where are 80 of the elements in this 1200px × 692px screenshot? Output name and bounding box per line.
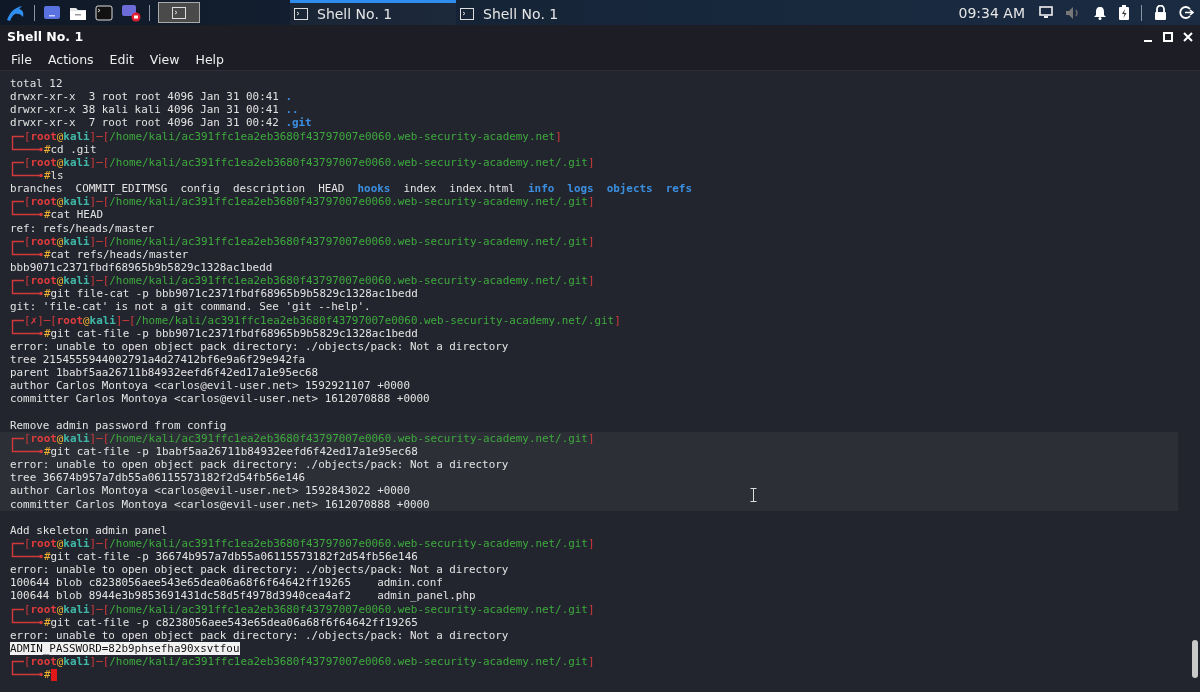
prompt-text: [root@kali]─[/home/kali/ac391ffc1ea2eb3680f43797007e0060.web-security-academy.net/.git] bbox=[24, 431, 595, 445]
terminal-icon bbox=[294, 8, 308, 20]
output-line: 100644 blob c8238056aee543e65dea06a68f6f64642ff19265 admin.conf bbox=[10, 576, 443, 590]
file-name: index bbox=[403, 182, 437, 196]
output-line: drwxr-xr-x 3 root root 4096 Jan 31 00:41 . bbox=[10, 90, 292, 104]
show-desktop-button[interactable] bbox=[158, 2, 200, 23]
close-icon[interactable] bbox=[1183, 31, 1193, 42]
output-line: committer Carlos Montoya <carlos@evil-user.net> 1612070888 +0000 bbox=[10, 392, 430, 406]
taskbar-item[interactable]: Shell No. 1 bbox=[456, 0, 622, 25]
output-line: drwxr-xr-x 38 kali kali 4096 Jan 31 00:41 .. bbox=[10, 103, 299, 117]
monitor-icon[interactable] bbox=[43, 4, 61, 21]
file-name: description bbox=[232, 182, 306, 196]
prompt-text: [root@kali]─[/home/kali/ac391ffc1ea2eb3680f43797007e0060.web-security-academy.net/.git] bbox=[24, 234, 595, 248]
lock-icon[interactable] bbox=[1154, 5, 1167, 20]
menu-item[interactable]: Edit bbox=[101, 51, 142, 67]
command-line: #ls bbox=[44, 169, 64, 183]
directory-name: refs bbox=[665, 182, 692, 196]
output-line: parent 1babf5aa26711b84932eefd6f42ed17a1e95ec68 bbox=[10, 366, 319, 380]
command-line: #git file-cat -p bbb9071c2371fbdf68965b9b5829c1328ac1bedd bbox=[44, 287, 418, 301]
file-name: HEAD bbox=[318, 182, 345, 196]
output-line: error: unable to open object pack directory: ./objects/pack: Not a directory bbox=[10, 339, 509, 353]
command-line: #cat refs/heads/master bbox=[44, 247, 189, 261]
output-line: ref: refs/heads/master bbox=[10, 221, 155, 235]
prompt-text: [root@kali]─[/home/kali/ac391ffc1ea2eb3680f43797007e0060.web-security-academy.net] bbox=[24, 129, 562, 143]
output-line: author Carlos Montoya <carlos@evil-user.net> 1592921107 +0000 bbox=[10, 379, 410, 393]
prompt-text: [✗]─[root@kali]─[/home/kali/ac391ffc1ea2eb3680f43797007e0060.web-security-academy.net/.git] bbox=[24, 313, 621, 327]
output-line: total 12 bbox=[10, 77, 63, 91]
selected-text: ADMIN_PASSWORD=82b9phsefha90xsvtfou bbox=[10, 642, 240, 656]
command-line: #git cat-file -p 1babf5aa26711b84932eefd6f42ed17a1e95ec68 bbox=[44, 444, 418, 459]
prompt-text: [root@kali]─[/home/kali/ac391ffc1ea2eb3680f43797007e0060.web-security-academy.net/.git] bbox=[24, 195, 595, 209]
output-line: tree 36674b957a7db55a06115573182f2d54fb56e146 bbox=[10, 471, 306, 485]
command-line: # bbox=[44, 668, 51, 682]
prompt-text: [root@kali]─[/home/kali/ac391ffc1ea2eb3680f43797007e0060.web-security-academy.net/.git] bbox=[24, 536, 595, 551]
prompt-text: [root@kali]─[/home/kali/ac391ffc1ea2eb3680f43797007e0060.web-security-academy.net/.git] bbox=[24, 155, 595, 169]
speaker-icon[interactable] bbox=[1065, 5, 1081, 20]
display-icon[interactable] bbox=[1039, 6, 1053, 19]
output-line: drwxr-xr-x 7 root root 4096 Jan 31 00:42 .git bbox=[10, 116, 312, 130]
output-line: git: 'file-cat' is not a git command. See 'git --help'. bbox=[10, 300, 371, 314]
directory-name: objects bbox=[606, 182, 653, 196]
output-line: error: unable to open object pack directory: ./objects/pack: Not a directory bbox=[10, 563, 509, 577]
menu-item[interactable]: File bbox=[3, 51, 40, 67]
terminal-icon[interactable] bbox=[95, 4, 113, 21]
output-line: author Carlos Montoya <carlos@evil-user.net> 1592843022 +0000 bbox=[10, 484, 410, 498]
terminal-icon bbox=[172, 6, 186, 19]
output-line: tree 2154555944002791a4d27412bf6e9a6f29e942fa bbox=[10, 352, 306, 367]
command-line: #git cat-file -p 36674b957a7db55a06115573182f2d54fb56e146 bbox=[44, 550, 418, 564]
output-line: 100644 blob 8944e3b9853691431dc58d5f4978d3940cea4af2 admin_panel.php bbox=[10, 589, 476, 603]
menu-item[interactable]: Actions bbox=[39, 51, 102, 67]
file-name: COMMIT_EDITMSG bbox=[75, 182, 168, 196]
directory-name: hooks bbox=[357, 182, 391, 196]
command-line: #cat HEAD bbox=[44, 208, 104, 222]
file-name: branches bbox=[10, 182, 63, 196]
command-line: #cd .git bbox=[44, 142, 97, 156]
menu-item[interactable]: View bbox=[141, 51, 188, 67]
clock[interactable]: 09:34 AM bbox=[958, 4, 1025, 21]
command-line: #git cat-file -p bbb9071c2371fbdf68965b9b5829c1328ac1bedd bbox=[44, 326, 418, 340]
directory-name: info bbox=[528, 182, 555, 196]
screen-recorder-icon[interactable] bbox=[121, 3, 141, 22]
output-line: error: unable to open object pack directory: ./objects/pack: Not a directory bbox=[10, 458, 509, 472]
prompt-text: [root@kali]─[/home/kali/ac391ffc1ea2eb3680f43797007e0060.web-security-academy.net/.git] bbox=[24, 602, 595, 616]
file-name: index.html bbox=[449, 182, 515, 196]
output-line: bbb9071c2371fbdf68965b9b5829c1328ac1bedd bbox=[10, 260, 273, 275]
taskbar-item[interactable]: Shell No. 1 bbox=[290, 0, 456, 25]
ibeam-cursor-icon bbox=[750, 488, 757, 502]
directory-name: logs bbox=[567, 182, 594, 196]
prompt-text: [root@kali]─[/home/kali/ac391ffc1ea2eb3680f43797007e0060.web-security-academy.net/.git] bbox=[24, 274, 595, 288]
terminal-icon bbox=[460, 8, 474, 20]
output-line: Add skeleton admin panel bbox=[10, 523, 168, 537]
bell-icon[interactable] bbox=[1093, 5, 1107, 20]
output-line: Remove admin password from config bbox=[10, 418, 227, 432]
battery-icon[interactable] bbox=[1119, 5, 1129, 20]
menu-item[interactable]: Help bbox=[187, 51, 232, 67]
window-title: Shell No. 1 bbox=[7, 29, 84, 44]
command-line: #git cat-file -p c8238056aee543e65dea06a68f6f64642ff19265 bbox=[44, 615, 418, 629]
output-line: committer Carlos Montoya <carlos@evil-user.net> 1612070888 +0000 bbox=[10, 497, 430, 511]
logout-icon[interactable] bbox=[1179, 5, 1194, 20]
maximize-icon[interactable] bbox=[1163, 31, 1173, 42]
output-line: error: unable to open object pack directory: ./objects/pack: Not a directory bbox=[10, 628, 509, 643]
file-name: config bbox=[180, 182, 220, 196]
prompt-text: [root@kali]─[/home/kali/ac391ffc1ea2eb3680f43797007e0060.web-security-academy.net/.git] bbox=[24, 655, 595, 669]
